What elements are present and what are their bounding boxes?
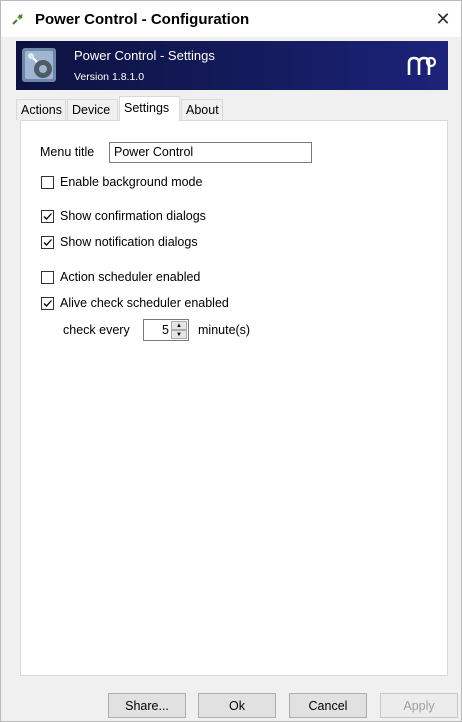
stepper-down-button[interactable]: ▼ [171, 330, 187, 339]
share-button[interactable]: Share... [108, 693, 186, 718]
alive-check-scheduler-checkbox[interactable]: Alive check scheduler enabled [41, 296, 229, 310]
checkbox-label: Enable background mode [60, 175, 203, 189]
ok-button[interactable]: Ok [198, 693, 276, 718]
minutes-label: minute(s) [198, 323, 251, 337]
checkbox-box[interactable] [41, 209, 54, 223]
close-icon: ✕ [435, 8, 451, 29]
settings-app-icon [22, 48, 56, 82]
menu-title-label: Menu title [40, 145, 95, 159]
show-confirmation-dialogs-checkbox[interactable]: Show confirmation dialogs [41, 209, 206, 223]
title-bar[interactable]: Power Control - Configuration ✕ [1, 1, 461, 37]
checkmark-icon [43, 299, 52, 307]
tab-device[interactable]: Device [67, 99, 118, 120]
brand-logo-icon [407, 56, 436, 75]
app-plug-icon [12, 14, 23, 25]
window-title: Power Control - Configuration [35, 11, 250, 28]
checkbox-label: Action scheduler enabled [60, 270, 201, 284]
header-banner: Power Control - Settings Version 1.8.1.0 [16, 41, 448, 90]
enable-background-mode-checkbox[interactable]: Enable background mode [41, 175, 202, 189]
tab-label: About [186, 103, 219, 117]
stepper-up-button[interactable]: ▲ [171, 321, 187, 330]
checkmark-icon [43, 238, 52, 246]
check-interval-stepper[interactable]: 5 ▲ ▼ [143, 319, 189, 341]
tab-label: Settings [124, 101, 170, 115]
check-every-label: check every [63, 323, 130, 337]
checkbox-box[interactable] [41, 235, 54, 249]
settings-panel: Menu title Power Control Enable backgrou… [20, 120, 448, 676]
checkbox-box[interactable] [41, 175, 54, 189]
banner-title: Power Control - Settings [74, 48, 215, 63]
cancel-button[interactable]: Cancel [289, 693, 367, 718]
close-button[interactable]: ✕ [425, 1, 461, 37]
show-notification-dialogs-checkbox[interactable]: Show notification dialogs [41, 235, 198, 249]
tab-about[interactable]: About [181, 99, 223, 120]
checkmark-icon [43, 212, 52, 220]
tab-actions[interactable]: Actions [16, 99, 66, 120]
stepper-buttons: ▲ ▼ [171, 321, 187, 339]
checkbox-box[interactable] [41, 296, 54, 310]
chevron-down-icon: ▼ [176, 331, 182, 338]
chevron-up-icon: ▲ [176, 322, 182, 329]
tab-label: Device [72, 103, 111, 117]
checkbox-label: Alive check scheduler enabled [60, 296, 229, 310]
check-interval-value[interactable]: 5 [162, 323, 169, 337]
version-label: Version 1.8.1.0 [74, 71, 145, 83]
tab-settings[interactable]: Settings [119, 96, 180, 121]
action-scheduler-enabled-checkbox[interactable]: Action scheduler enabled [41, 270, 200, 284]
menu-title-input[interactable]: Power Control [109, 142, 312, 163]
configuration-window: Power Control - Configuration ✕ Power Co… [0, 0, 462, 722]
checkbox-label: Show confirmation dialogs [60, 209, 206, 223]
checkbox-label: Show notification dialogs [60, 235, 198, 249]
tab-label: Actions [21, 103, 62, 117]
apply-button[interactable]: Apply [380, 693, 458, 718]
checkbox-box[interactable] [41, 270, 54, 284]
